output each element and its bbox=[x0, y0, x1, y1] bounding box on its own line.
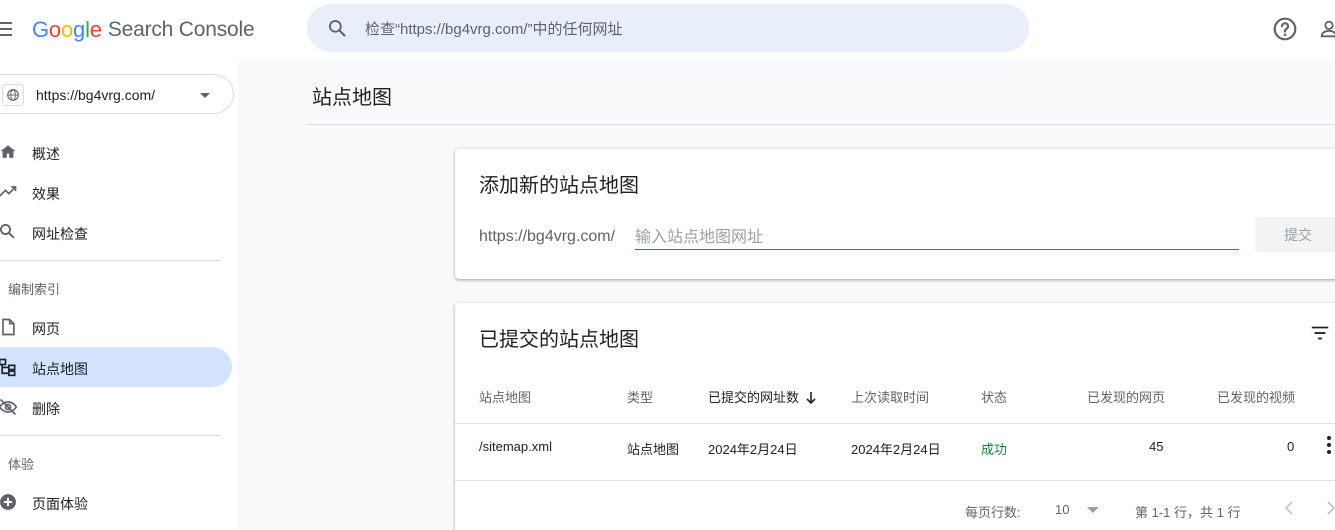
nav-label: 站点地图 bbox=[32, 361, 88, 377]
logo-letter: g bbox=[73, 17, 86, 42]
arrow-down-icon bbox=[806, 392, 816, 405]
filter-icon[interactable] bbox=[1309, 322, 1331, 344]
trending-icon bbox=[0, 186, 17, 197]
search-icon[interactable] bbox=[327, 18, 347, 38]
cell-submitted: 2024年2月24日 bbox=[708, 442, 798, 457]
column-header-pages[interactable]: 已发现的网页 bbox=[1087, 387, 1165, 406]
nav-item-pages[interactable]: 网页 bbox=[0, 307, 232, 347]
rows-per-page-select[interactable]: 10 bbox=[1055, 499, 1105, 519]
nav-label: 概述 bbox=[32, 146, 60, 162]
cell-last-read: 2024年2月24日 bbox=[851, 442, 941, 457]
nav-item-performance[interactable]: 效果 bbox=[0, 172, 232, 212]
home-icon bbox=[0, 145, 16, 158]
search-console-logo[interactable]: Google Search Console bbox=[32, 14, 255, 46]
product-name: Search Console bbox=[107, 18, 255, 41]
add-circle-icon bbox=[0, 494, 16, 510]
logo-letter: o bbox=[60, 17, 74, 42]
nav-section-experience: 体验 bbox=[8, 457, 35, 472]
chevron-down-icon bbox=[1087, 507, 1099, 513]
sitemap-url-input[interactable] bbox=[635, 226, 1239, 250]
logo-letter: e bbox=[89, 17, 102, 42]
submitted-sitemaps-card: 已提交的站点地图 站点地图 类型 已提交的网址数 上次读取时间 状态 已发现的网… bbox=[455, 303, 1335, 530]
column-header-sitemap[interactable]: 站点地图 bbox=[479, 387, 531, 406]
menu-icon[interactable] bbox=[0, 16, 16, 42]
card-title: 添加新的站点地图 bbox=[479, 175, 639, 197]
column-header-videos[interactable]: 已发现的视频 bbox=[1217, 387, 1295, 406]
rows-per-page-value: 10 bbox=[1055, 502, 1070, 517]
cell-videos: 0 bbox=[1287, 439, 1295, 454]
nav-label: 页面体验 bbox=[32, 496, 88, 512]
url-prefix: https://bg4vrg.com/ bbox=[479, 228, 616, 245]
column-header-label: 已提交的网址数 bbox=[708, 390, 800, 405]
nav-label: 效果 bbox=[32, 186, 60, 202]
column-header-status[interactable]: 状态 bbox=[981, 387, 1007, 406]
nav-divider bbox=[0, 260, 221, 261]
column-header-last-read[interactable]: 上次读取时间 bbox=[851, 387, 929, 406]
more-vert-icon[interactable] bbox=[1325, 435, 1333, 455]
add-sitemap-card: 添加新的站点地图 https://bg4vrg.com/ 提交 bbox=[455, 149, 1335, 279]
search-icon bbox=[0, 224, 15, 239]
nav-item-overview[interactable]: 概述 bbox=[0, 132, 232, 172]
card-title: 已提交的站点地图 bbox=[479, 329, 639, 351]
nav-divider bbox=[0, 435, 221, 436]
nav-section-indexing: 编制索引 bbox=[8, 282, 61, 297]
title-divider bbox=[307, 124, 1335, 125]
column-header-submitted[interactable]: 已提交的网址数 bbox=[708, 387, 817, 406]
cell-type: 站点地图 bbox=[627, 442, 680, 457]
nav-label: 网页 bbox=[32, 321, 60, 337]
row-divider bbox=[455, 480, 1335, 481]
logo-letter: G bbox=[32, 17, 49, 42]
chevron-down-icon bbox=[200, 93, 210, 98]
pagination-range: 第 1-1 行，共 1 行 bbox=[1135, 505, 1241, 520]
nav-label: 删除 bbox=[32, 401, 60, 417]
nav-item-page-experience[interactable]: 页面体验 bbox=[0, 482, 232, 522]
property-url: https://bg4vrg.com/ bbox=[36, 87, 156, 103]
column-header-type[interactable]: 类型 bbox=[627, 387, 653, 406]
visibility-off-icon bbox=[0, 398, 18, 416]
globe-icon bbox=[2, 84, 24, 106]
page-icon bbox=[2, 318, 15, 336]
property-selector[interactable]: https://bg4vrg.com/ bbox=[0, 74, 234, 114]
sitemap-icon bbox=[0, 358, 16, 377]
nav-label: 网址检查 bbox=[32, 226, 88, 242]
url-inspection-search[interactable] bbox=[307, 4, 1029, 52]
help-circle-icon[interactable] bbox=[1272, 16, 1298, 42]
submit-button[interactable]: 提交 bbox=[1255, 217, 1335, 252]
top-app-bar: Google Search Console bbox=[0, 0, 1335, 60]
search-input[interactable] bbox=[365, 16, 1005, 42]
logo-letter: o bbox=[48, 17, 61, 42]
nav-item-url-inspection[interactable]: 网址检查 bbox=[0, 212, 232, 252]
cell-pages: 45 bbox=[1149, 439, 1164, 454]
chevron-right-icon[interactable] bbox=[1325, 500, 1335, 516]
chevron-left-icon[interactable] bbox=[1283, 500, 1295, 516]
row-divider bbox=[455, 423, 1335, 424]
account-icon[interactable] bbox=[1318, 17, 1335, 41]
nav-item-sitemaps[interactable]: 站点地图 bbox=[0, 347, 232, 387]
cell-status: 成功 bbox=[981, 442, 1008, 457]
cell-sitemap: /sitemap.xml bbox=[479, 439, 552, 454]
rows-per-page-label: 每页行数: bbox=[965, 505, 1021, 520]
nav-item-removals[interactable]: 删除 bbox=[0, 387, 232, 427]
page-title: 站点地图 bbox=[312, 87, 392, 109]
